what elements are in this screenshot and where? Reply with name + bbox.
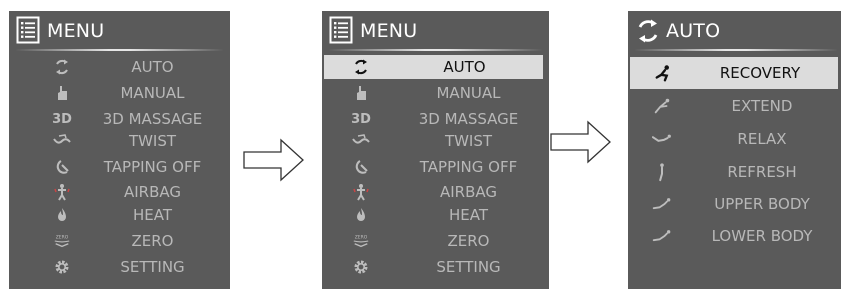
arrow-right-icon (550, 120, 611, 164)
menu-item-manual[interactable]: MANUAL (9, 81, 230, 105)
menu-item-airbag[interactable]: AIRBAG (322, 180, 549, 204)
menu-item-tapping[interactable]: TAPPING OFF (322, 155, 549, 179)
flame-icon (53, 206, 71, 224)
page-title: MENU (360, 20, 418, 42)
auto-cycle-icon (638, 19, 658, 43)
hand-icon (352, 84, 370, 102)
auto-item-recovery[interactable]: RECOVERY (630, 57, 838, 89)
flame-icon (352, 206, 370, 224)
3d-icon-text: 3D (52, 111, 72, 127)
upper-body-pose-icon (652, 195, 672, 213)
menu-item-setting[interactable]: SETTING (9, 255, 230, 279)
auto-item-label: UPPER BODY (714, 195, 810, 213)
auto-item-upper-body[interactable]: UPPER BODY (628, 188, 841, 220)
3d-icon-text: 3D (351, 111, 371, 127)
twist-icon (53, 132, 71, 150)
menu-item-zero[interactable]: ZERO ZERO (9, 229, 230, 253)
airbag-icon (352, 183, 370, 201)
zero-icon-text: ZERO (355, 234, 368, 240)
menu-item-label: AIRBAG (439, 183, 498, 201)
menu-item-zero[interactable]: ZERO ZERO (322, 229, 549, 253)
page-title: MENU (47, 20, 105, 42)
tapping-icon (352, 158, 370, 176)
menu-screen-selected: MENU AUTO MANUAL 3D 3D MASSAGE TWIST TAP… (322, 11, 549, 289)
menu-item-heat[interactable]: HEAT (9, 203, 230, 227)
refresh-pose-icon (652, 163, 672, 182)
menu-item-label: 3D MASSAGE (102, 110, 203, 128)
auto-item-label: RELAX (737, 130, 787, 148)
zero-gravity-icon: ZERO (352, 232, 370, 250)
auto-item-extend[interactable]: EXTEND (628, 90, 841, 122)
header-divider (328, 49, 543, 51)
menu-item-label: MANUAL (120, 84, 185, 102)
menu-item-label: TAPPING OFF (419, 158, 518, 176)
menu-item-auto[interactable]: AUTO (324, 55, 543, 79)
menu-item-label: 3D MASSAGE (418, 110, 519, 128)
menu-item-label: MANUAL (436, 84, 501, 102)
menu-item-label: TWIST (128, 132, 177, 150)
menu-item-label: ZERO (447, 232, 490, 250)
lower-body-pose-icon (652, 227, 672, 245)
menu-header: MENU (322, 11, 549, 51)
menu-item-heat[interactable]: HEAT (322, 203, 549, 227)
auto-item-relax[interactable]: RELAX (628, 123, 841, 155)
menu-item-label: AIRBAG (123, 183, 182, 201)
menu-item-airbag[interactable]: AIRBAG (9, 180, 230, 204)
auto-cycle-icon (352, 58, 370, 76)
menu-screen: MENU AUTO MANUAL 3D 3D MASSAGE TWIST TAP… (9, 11, 230, 289)
menu-item-twist[interactable]: TWIST (322, 129, 549, 153)
auto-cycle-icon (53, 58, 71, 76)
menu-item-label: HEAT (448, 206, 489, 224)
menu-item-3d-massage[interactable]: 3D 3D MASSAGE (322, 107, 549, 131)
menu-item-setting[interactable]: SETTING (322, 255, 549, 279)
page-title: AUTO (666, 20, 721, 42)
auto-header: AUTO (628, 11, 841, 51)
arrow-right-icon (243, 138, 304, 182)
menu-list-icon (329, 16, 353, 44)
airbag-icon (53, 183, 71, 201)
header-divider (634, 49, 838, 51)
menu-list-icon (16, 16, 40, 44)
menu-item-label: AUTO (131, 58, 174, 76)
menu-item-tapping[interactable]: TAPPING OFF (9, 155, 230, 179)
menu-item-twist[interactable]: TWIST (9, 129, 230, 153)
tapping-icon (53, 158, 71, 176)
menu-item-label: TAPPING OFF (103, 158, 202, 176)
twist-icon (352, 132, 370, 150)
zero-icon-text: ZERO (56, 234, 69, 240)
extend-pose-icon (652, 97, 672, 115)
3d-icon: 3D (52, 110, 72, 128)
menu-item-label: AUTO (443, 58, 486, 76)
recovery-pose-icon (654, 64, 674, 82)
hand-icon (53, 84, 71, 102)
menu-item-label: HEAT (132, 206, 173, 224)
auto-item-refresh[interactable]: REFRESH (628, 156, 841, 188)
auto-item-label: REFRESH (727, 163, 797, 181)
gear-icon (352, 258, 370, 276)
menu-item-label: SETTING (436, 258, 501, 276)
auto-item-label: LOWER BODY (711, 227, 813, 245)
menu-item-3d-massage[interactable]: 3D 3D MASSAGE (9, 107, 230, 131)
zero-gravity-icon: ZERO (53, 232, 71, 250)
relax-pose-icon (652, 130, 672, 148)
menu-item-auto[interactable]: AUTO (9, 55, 230, 79)
auto-item-label: EXTEND (731, 97, 793, 115)
3d-icon: 3D (351, 110, 371, 128)
auto-item-lower-body[interactable]: LOWER BODY (628, 220, 841, 252)
menu-item-manual[interactable]: MANUAL (322, 81, 549, 105)
auto-screen: AUTO RECOVERY EXTEND RELAX REFRESH UPPER… (628, 11, 841, 289)
menu-item-label: ZERO (131, 232, 174, 250)
auto-item-label: RECOVERY (719, 64, 801, 82)
gear-icon (53, 258, 71, 276)
menu-item-label: SETTING (120, 258, 185, 276)
menu-header: MENU (9, 11, 230, 51)
header-divider (15, 49, 224, 51)
menu-item-label: TWIST (444, 132, 493, 150)
